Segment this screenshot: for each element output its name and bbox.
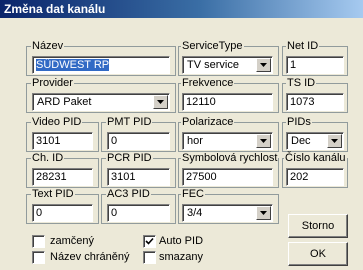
chevron-down-icon[interactable] [153,95,168,109]
dialog-body: Název SÜDWEST RP ServiceType TV service … [0,18,363,270]
frekvence-input[interactable]: 12110 [182,93,273,111]
label-frekvence: Frekvence [181,77,235,89]
pmt-pid-input[interactable]: 0 [107,132,170,150]
symbolova-input[interactable]: 27500 [182,168,273,186]
chevron-down-icon[interactable] [256,206,271,220]
cislo-kanalu-input[interactable]: 202 [286,168,344,186]
service-type-select[interactable]: TV service [182,56,273,74]
zamceny-checkbox[interactable] [32,235,45,248]
label-text-pid: Text PID [31,188,75,200]
label-net-id: Net ID [286,40,320,52]
label-symbolova: Symbolová rychlost [181,152,279,164]
ts-id-input[interactable]: 1073 [286,93,344,111]
label-ch-id: Ch. ID [31,152,65,164]
label-pids: PIDs [286,116,312,128]
smazany-checkbox[interactable] [143,251,156,264]
net-id-input[interactable]: 1 [286,56,344,74]
title-bar: Změna dat kanálu [0,0,363,18]
label-pmt-pid: PMT PID [106,116,153,128]
pids-select[interactable]: Dec [286,132,344,150]
label-pcr-pid: PCR PID [106,152,153,164]
label-provider: Provider [31,77,74,89]
nazev-input[interactable]: SÜDWEST RP [32,56,170,74]
label-cislo-kanalu: Číslo kanálu [284,152,347,164]
chevron-down-icon[interactable] [256,134,271,148]
video-pid-input[interactable]: 3101 [32,132,93,150]
label-fec: FEC [181,188,205,200]
checkmark-icon [145,237,154,245]
polarizace-select[interactable]: hor [182,132,273,150]
ok-button[interactable]: OK [288,242,348,266]
auto-pid-label: Auto PID [159,235,204,247]
text-pid-input[interactable]: 0 [32,204,93,222]
nazev-chraneny-label: Název chráněný [50,251,130,263]
ch-id-input[interactable]: 28231 [32,168,93,186]
label-ac3-pid: AC3 PID [106,188,151,200]
label-ts-id: TS ID [286,77,317,89]
chevron-down-icon[interactable] [327,134,342,148]
label-service-type: ServiceType [181,40,244,52]
label-polarizace: Polarizace [181,116,235,128]
zamceny-label: zamčený [50,235,95,247]
provider-select[interactable]: ARD Paket [32,93,170,111]
label-nazev: Název [31,40,65,52]
fec-select[interactable]: 3/4 [182,204,273,222]
label-video-pid: Video PID [31,116,83,128]
pcr-pid-input[interactable]: 3101 [107,168,170,186]
nazev-chraneny-checkbox[interactable] [32,251,45,264]
chevron-down-icon[interactable] [256,58,271,72]
window-title: Změna dat kanálu [4,2,106,16]
storno-button[interactable]: Storno [288,214,348,238]
smazany-label: smazany [159,251,204,263]
change-channel-dialog: Změna dat kanálu Název SÜDWEST RP Servic… [0,0,363,270]
auto-pid-checkbox[interactable] [143,235,156,248]
ac3-pid-input[interactable]: 0 [107,204,170,222]
